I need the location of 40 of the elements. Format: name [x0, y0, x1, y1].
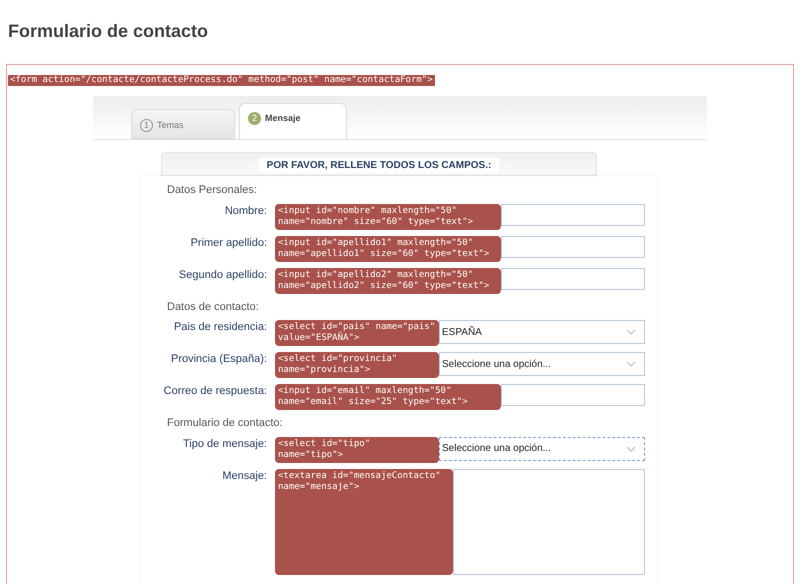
field-label: Mensaje: — [221, 468, 267, 482]
field-label: Nombre: — [224, 204, 267, 218]
field-label: Pais de residencia: — [173, 320, 267, 334]
tab[interactable]: 2 Mensaje — [239, 103, 347, 139]
text-field[interactable] — [501, 236, 645, 258]
code-tag: <form action="/contacte/contacteProcess.do" method="post" name="contactaForm"> — [8, 75, 435, 86]
chevron-icon — [626, 361, 636, 367]
select-field[interactable]: Seleccione una opción... — [439, 352, 645, 376]
code-tag: <select id="pais" name="pais" value="ESPAÑA"> — [275, 320, 439, 346]
field-label: Correo de respuesta: — [162, 384, 267, 398]
select-value: ESPAÑA — [442, 325, 482, 340]
section-label: Datos Personales: — [166, 183, 258, 198]
code-tag: <input id="nombre" maxlength="50" name="nombre" size="60" type="text"> — [275, 204, 501, 230]
field-label: Tipo de mensaje: — [182, 436, 267, 450]
text-field[interactable] — [501, 384, 645, 406]
select-value: Seleccione una opción... — [442, 358, 551, 372]
field-label: Segundo apellido: — [178, 268, 267, 282]
code-tag: <select id="tipo" name="tipo"> — [275, 436, 439, 462]
section-label: Datos de contacto: — [166, 300, 260, 314]
code-tag: <textarea id="mensajeContacto" name="mensaje"> — [275, 468, 453, 574]
message-textarea[interactable] — [453, 468, 645, 574]
code-tag: <select id="provincia" name="provincia"> — [275, 352, 439, 378]
chevron-icon — [626, 329, 636, 335]
tab[interactable]: 1 Temas — [131, 109, 235, 139]
field-label: Provincia (España): — [170, 352, 267, 366]
text-field[interactable] — [501, 268, 645, 290]
form-heading: POR FAVOR, RELLENE TODOS LOS CAMPOS.: — [258, 158, 500, 173]
code-tag: <input id="apellido2" maxlength="50" name="apellido2" size="60" type="text"> — [275, 268, 501, 294]
code-tag: <input id="email" maxlength="50" name="email" size="25" type="text"> — [275, 384, 501, 410]
page-title: Formulario de contacto — [7, 20, 210, 43]
select-value: Seleccione una opción... — [442, 442, 551, 456]
chevron-icon — [626, 446, 636, 452]
text-field[interactable] — [501, 204, 645, 226]
select-field[interactable]: Seleccione una opción... — [439, 436, 645, 460]
section-label: Formulario de contacto: — [166, 416, 284, 431]
field-label: Primer apellido: — [190, 236, 267, 250]
code-tag: <input id="apellido1" maxlength="50" name="apellido1" size="60" type="text"> — [275, 236, 501, 262]
select-field[interactable]: ESPAÑA — [439, 320, 645, 344]
step-number: 1 — [140, 119, 153, 132]
step-number: 2 — [248, 112, 261, 125]
